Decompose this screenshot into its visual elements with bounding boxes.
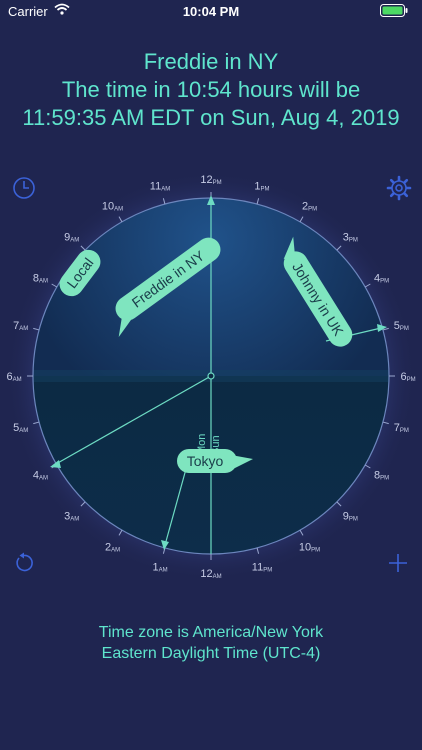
timezone-offset: Eastern Daylight Time (UTC-4) [101, 645, 321, 662]
world-clock-dial[interactable]: 12PM 1PM2PM3PM4PM5PM6PM7PM8PM9PM10PM11PM1… [0, 165, 422, 587]
dial-center [207, 372, 215, 380]
status-bar: Carrier 10:04 PM [0, 0, 422, 22]
header-title: Freddie in NY [143, 49, 279, 74]
timezone-info: Time zone is America/New York Eastern Da… [0, 622, 422, 664]
timezone-name: Time zone is America/New York [98, 624, 324, 641]
tokyo-bubble-label: Tokyo [187, 453, 224, 469]
header: Freddie in NY The time in 10:54 hours wi… [0, 48, 422, 132]
battery-icon [380, 4, 410, 20]
header-subtitle: The time in 10:54 hours will be [61, 77, 361, 102]
header-datetime: 11:59:35 AM EDT on Sun, Aug 4, 2019 [22, 105, 400, 130]
status-time: 10:04 PM [182, 4, 240, 19]
